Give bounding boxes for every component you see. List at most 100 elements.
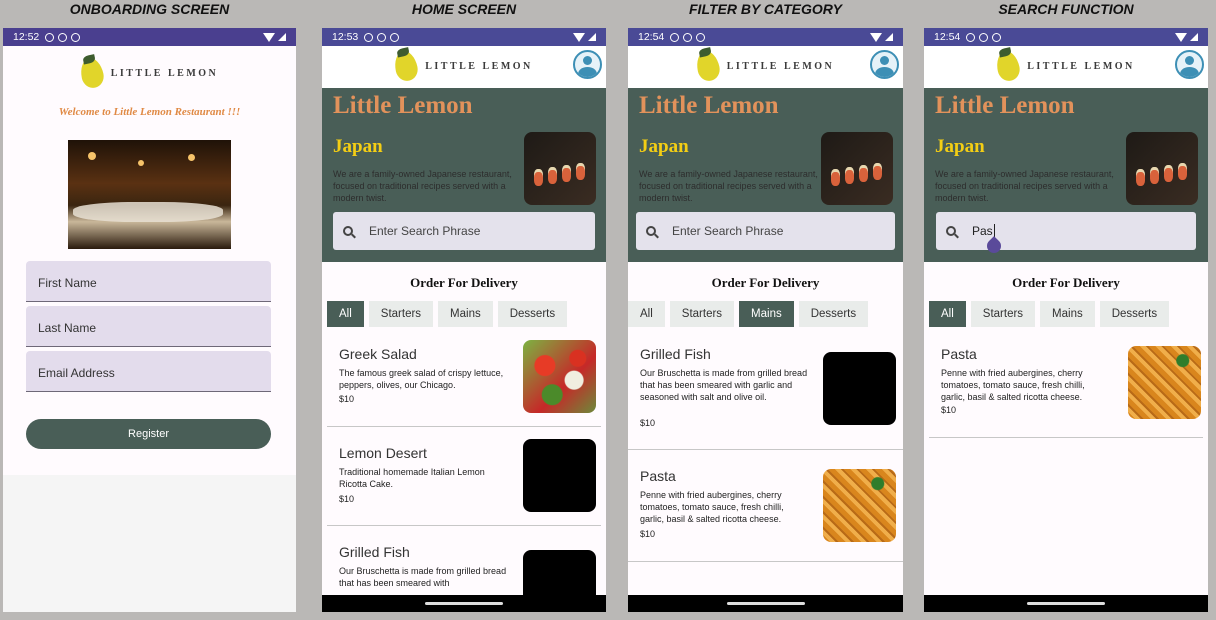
signal-icon (588, 33, 596, 41)
status-time: 12:53 (332, 31, 359, 43)
item-name: Grilled Fish (640, 346, 711, 362)
app-bar: LITTLE LEMON (322, 46, 606, 88)
menu-item[interactable]: Greek Salad The famous greek salad of cr… (327, 333, 601, 427)
screen-title-onboarding: ONBOARDING SCREEN (69, 1, 230, 17)
info-icon (670, 32, 680, 42)
register-button[interactable]: Register (26, 419, 271, 449)
email-field[interactable]: Email Address (26, 351, 271, 392)
profile-avatar-icon[interactable] (870, 50, 899, 79)
hero-title: Little Lemon (333, 92, 473, 119)
menu-item[interactable]: Lemon Desert Traditional homemade Italia… (327, 427, 601, 526)
order-title: Order For Delivery (711, 275, 820, 290)
item-description: Traditional homemade Italian Lemon Ricot… (339, 467, 485, 489)
hero-food-image (1126, 132, 1198, 205)
item-price: $10 (941, 405, 957, 415)
status-time: 12:52 (13, 31, 40, 43)
restaurant-image (68, 140, 231, 249)
pasta-image (823, 469, 896, 542)
lemon-icon (693, 49, 722, 83)
logo: LITTLE LEMON (322, 49, 606, 83)
item-price: $10 (640, 418, 656, 428)
screen-title-filter: FILTER BY CATEGORY (689, 1, 842, 17)
search-input[interactable]: Enter Search Phrase (333, 212, 595, 250)
search-input[interactable]: Pas (936, 212, 1196, 250)
menu-item[interactable]: Grilled Fish Our Bruschetta is made from… (327, 526, 601, 612)
sync-icon (696, 32, 706, 42)
search-input[interactable]: Enter Search Phrase (636, 212, 895, 250)
chip-desserts[interactable]: Desserts (497, 301, 568, 327)
system-nav-bar (322, 595, 606, 612)
lemon-icon (994, 49, 1023, 83)
item-name: Lemon Desert (339, 445, 427, 461)
app-bar: LITTLE LEMON (924, 46, 1208, 88)
order-title: Order For Delivery (410, 275, 518, 290)
hero-title: Little Lemon (935, 92, 1075, 119)
status-bar: 12:52 (3, 28, 296, 46)
first-name-field[interactable]: First Name (26, 261, 271, 302)
status-bar: 12:54 (628, 28, 903, 46)
wifi-icon (870, 32, 882, 42)
signal-icon (1190, 33, 1198, 41)
chip-desserts[interactable]: Desserts (1099, 301, 1170, 327)
shield-icon (979, 32, 989, 42)
status-time: 12:54 (934, 31, 961, 43)
hero-subtitle: Japan (333, 136, 383, 157)
filter-phone: 12:54 LITTLE LEMON Little Lemon Japan We… (628, 28, 903, 612)
chip-all[interactable]: All (628, 301, 665, 327)
chip-mains[interactable]: Mains (739, 301, 794, 327)
logo: LITTLE LEMON (628, 49, 903, 83)
chip-mains[interactable]: Mains (1040, 301, 1095, 327)
first-name-placeholder: First Name (38, 276, 97, 290)
chip-starters[interactable]: Starters (970, 301, 1036, 327)
onboarding-phone: 12:52 LITTLE LEMON Welcome to Little Lem… (3, 28, 296, 612)
hero-description: We are a family-owned Japanese restauran… (333, 169, 512, 203)
category-chips: All Starters Mains Desserts (929, 301, 1170, 327)
search-phone: 12:54 LITTLE LEMON Little Lemon Japan We… (924, 28, 1208, 612)
chip-desserts[interactable]: Desserts (798, 301, 869, 327)
hero-food-image (821, 132, 893, 205)
last-name-field[interactable]: Last Name (26, 306, 271, 347)
shield-icon (58, 32, 68, 42)
hero-description: We are a family-owned Japanese restauran… (639, 169, 818, 203)
item-description: Our Bruschetta is made from grilled brea… (339, 566, 507, 588)
lemon-icon (77, 56, 106, 90)
chip-all[interactable]: All (929, 301, 966, 327)
app-bar: LITTLE LEMON (628, 46, 903, 88)
profile-avatar-icon[interactable] (573, 50, 602, 79)
info-icon (966, 32, 976, 42)
chip-all[interactable]: All (327, 301, 364, 327)
email-placeholder: Email Address (38, 366, 115, 380)
wifi-icon (1175, 32, 1187, 42)
item-description: The famous greek salad of crispy lettuce… (339, 368, 504, 390)
hero-subtitle: Japan (935, 136, 985, 157)
hero-food-image (524, 132, 596, 205)
menu-item[interactable]: Pasta Penne with fried aubergines, cherr… (929, 333, 1203, 438)
menu-item[interactable]: Pasta Penne with fried aubergines, cherr… (628, 450, 903, 562)
search-query: Pas (972, 224, 993, 238)
screen-title-search: SEARCH FUNCTION (998, 1, 1134, 17)
system-nav-bar (628, 595, 903, 612)
order-title: Order For Delivery (1012, 275, 1120, 290)
wifi-icon (573, 32, 585, 42)
wifi-icon (263, 32, 275, 42)
hero-description: We are a family-owned Japanese restauran… (935, 169, 1114, 203)
hero-title: Little Lemon (639, 92, 779, 119)
profile-avatar-icon[interactable] (1175, 50, 1204, 79)
item-price: $10 (640, 529, 656, 539)
last-name-placeholder: Last Name (38, 321, 97, 335)
welcome-text: Welcome to Little Lemon Restaurant !!! (58, 106, 241, 118)
menu-item[interactable]: Grilled Fish Our Bruschetta is made from… (628, 333, 903, 450)
status-bar: 12:54 (924, 28, 1208, 46)
sync-icon (71, 32, 81, 42)
chip-starters[interactable]: Starters (669, 301, 735, 327)
info-icon (364, 32, 374, 42)
item-description: Penne with fried aubergines, cherry toma… (640, 490, 784, 524)
item-price: $10 (339, 494, 355, 504)
category-chips: All Starters Mains Desserts (628, 301, 869, 327)
lemon-desert-image (523, 439, 596, 512)
home-phone: 12:53 LITTLE LEMON Little Lemon Japan We… (322, 28, 606, 612)
shield-icon (377, 32, 387, 42)
logo: LITTLE LEMON (924, 49, 1208, 83)
chip-starters[interactable]: Starters (368, 301, 434, 327)
chip-mains[interactable]: Mains (438, 301, 493, 327)
